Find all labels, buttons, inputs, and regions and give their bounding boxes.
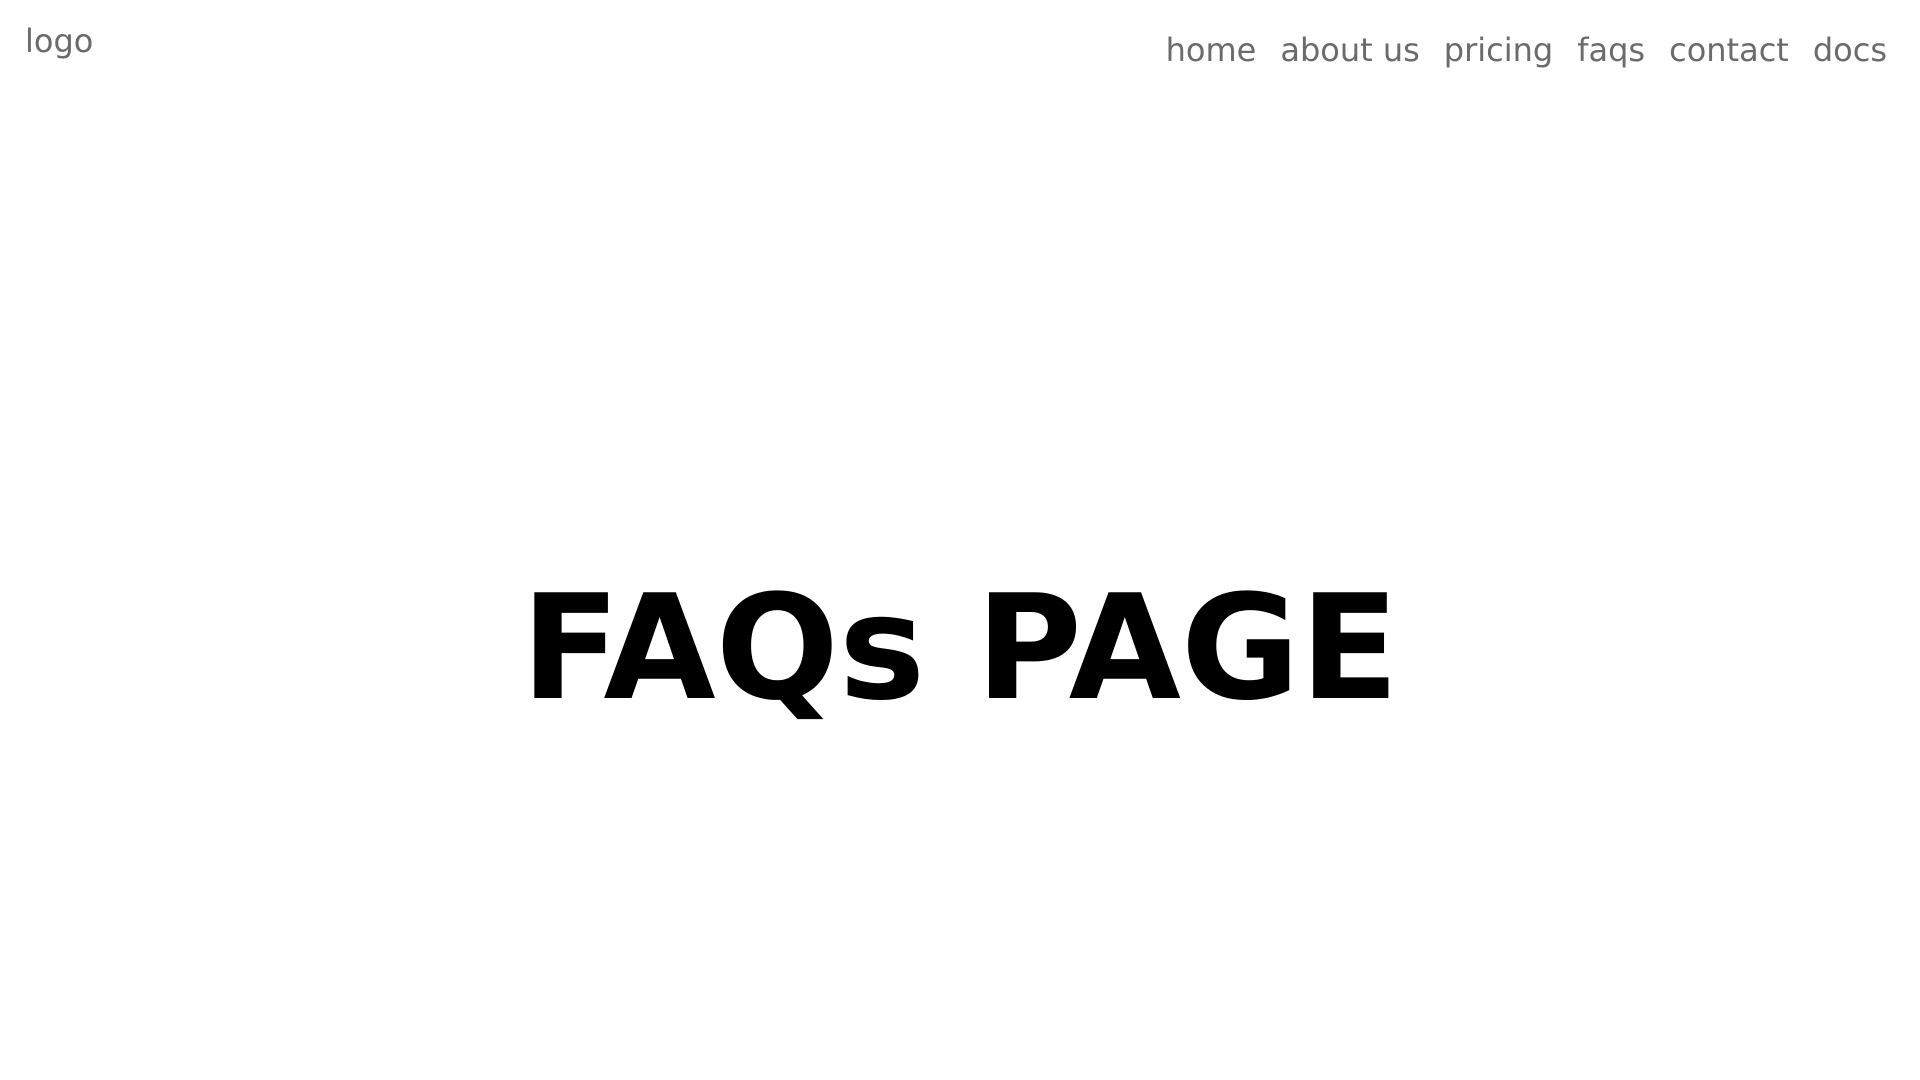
nav-link-faqs[interactable]: faqs: [1577, 31, 1645, 69]
nav-link-home[interactable]: home: [1166, 31, 1257, 69]
page: logo home about us pricing faqs contact …: [0, 0, 1920, 1080]
nav-link-about-us[interactable]: about us: [1280, 31, 1419, 69]
logo[interactable]: logo: [25, 22, 93, 60]
nav-link-contact[interactable]: contact: [1669, 31, 1789, 69]
nav-link-docs[interactable]: docs: [1813, 31, 1887, 69]
page-title: FAQs PAGE: [521, 564, 1399, 734]
nav-link-pricing[interactable]: pricing: [1444, 31, 1553, 69]
main-nav: home about us pricing faqs contact docs: [1166, 31, 1887, 69]
